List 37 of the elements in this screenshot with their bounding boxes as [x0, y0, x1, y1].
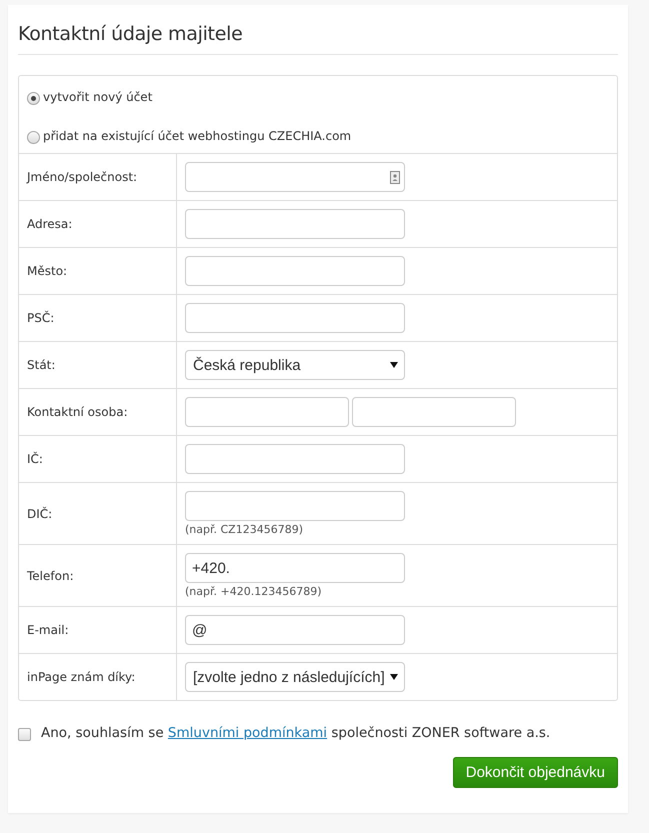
- field-label: Jméno/společnost:: [27, 170, 138, 184]
- field-label: Telefon:: [27, 568, 74, 582]
- section-heading: Kontaktní údaje majitele: [18, 23, 618, 55]
- field-label: Město:: [27, 264, 68, 278]
- radio-button[interactable]: [27, 92, 40, 104]
- select-field[interactable]: [zvolte jedno z následujících]: [185, 662, 405, 692]
- radio-button[interactable]: [27, 130, 40, 144]
- field-label: DIČ:: [27, 506, 52, 520]
- radio-label: přidat na existující účet webhostingu CZECHIA.com: [43, 128, 352, 142]
- field-hint: (např. +420.123456789): [185, 584, 322, 598]
- agreement-checkbox[interactable]: [18, 728, 31, 741]
- terms-link[interactable]: Smluvními podmínkami: [168, 724, 328, 740]
- field-label: E-mail:: [27, 623, 69, 637]
- text-field[interactable]: +420.: [185, 553, 405, 583]
- field-label: IČ:: [27, 452, 43, 466]
- submit-button[interactable]: Dokončit objednávku: [452, 757, 618, 788]
- last-name-field[interactable]: [352, 397, 516, 427]
- caret-icon: [390, 362, 398, 368]
- field-label: inPage znám díky:: [27, 670, 136, 684]
- field-label: Adresa:: [27, 217, 72, 231]
- text-field[interactable]: [185, 491, 405, 521]
- text-field[interactable]: @: [185, 615, 405, 645]
- text-field[interactable]: [185, 209, 405, 239]
- field-hint: (např. CZ123456789): [185, 522, 304, 536]
- select-field[interactable]: Česká republika: [185, 350, 405, 380]
- text-field[interactable]: [185, 162, 405, 192]
- first-name-field[interactable]: [185, 397, 349, 427]
- field-label: Kontaktní osoba:: [27, 405, 128, 419]
- field-label: PSČ:: [27, 311, 54, 325]
- text-field[interactable]: [185, 303, 405, 333]
- text-field[interactable]: [185, 256, 405, 286]
- caret-icon: [390, 674, 398, 680]
- field-label: Stát:: [27, 358, 56, 372]
- contact-card-icon: [390, 170, 400, 184]
- agreement-text: Ano, souhlasím se Smluvními podmínkami společnosti ZONER software a.s.: [41, 724, 550, 740]
- radio-label: vytvořit nový účet: [43, 90, 152, 104]
- text-field[interactable]: [185, 444, 405, 474]
